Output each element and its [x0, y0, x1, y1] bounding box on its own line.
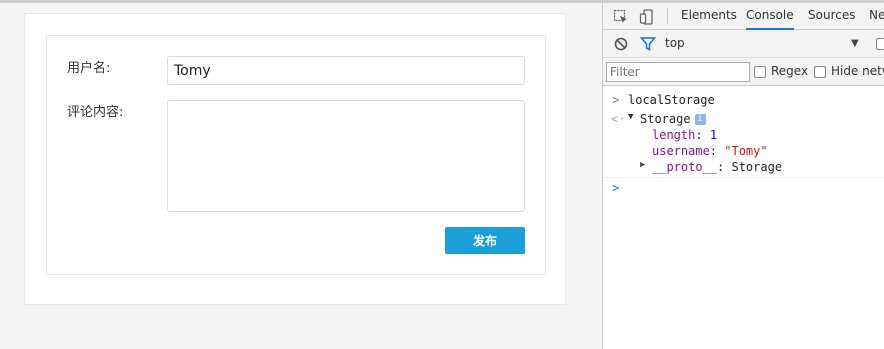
length-property: length: 1: [652, 128, 718, 142]
devtools-panel: Elements Console Sources Ne top ▼ Regex …: [602, 3, 884, 349]
tab-sources[interactable]: Sources: [808, 8, 855, 22]
username-input[interactable]: [167, 56, 525, 85]
result-arrow-icon: <·: [611, 112, 626, 126]
publish-button[interactable]: 发布: [445, 227, 525, 254]
console-output: > localStorage <· ▼ Storage i length: 1 u…: [603, 86, 884, 349]
inspect-element-icon[interactable]: [613, 9, 629, 25]
clear-console-icon[interactable]: [613, 36, 629, 52]
console-prompt-icon[interactable]: >: [612, 181, 619, 195]
expand-triangle-icon[interactable]: ▼: [628, 112, 633, 122]
storage-label: Storage: [640, 112, 691, 126]
regex-label: Regex: [771, 64, 809, 78]
context-selector[interactable]: top: [665, 36, 685, 50]
username-key: username: [652, 144, 710, 158]
comment-card: 用户名: 评论内容: 发布: [24, 13, 566, 305]
comment-textarea[interactable]: [167, 100, 525, 212]
chevron-down-icon[interactable]: ▼: [851, 38, 859, 49]
console-toolbar: top ▼: [603, 30, 884, 58]
proto-key: __proto__: [652, 160, 718, 174]
filter-input[interactable]: [606, 62, 750, 82]
tab-console[interactable]: Console: [746, 8, 794, 30]
tab-separator: [667, 8, 668, 24]
proto-value: Storage: [731, 160, 783, 174]
filter-bar: Regex Hide netw: [603, 58, 884, 86]
input-prompt-icon: >: [612, 93, 620, 107]
entry-divider: [603, 177, 884, 178]
hide-network-checkbox[interactable]: [814, 66, 826, 78]
username-label: 用户名:: [67, 61, 111, 76]
hide-network-label: Hide netw: [831, 64, 884, 78]
settings-checkbox[interactable]: [876, 38, 884, 50]
filter-icon[interactable]: [640, 36, 656, 52]
comment-form: 用户名: 评论内容: 发布: [46, 35, 546, 275]
regex-checkbox[interactable]: [754, 66, 766, 78]
username-property: username: "Tomy": [652, 144, 768, 158]
comment-label: 评论内容:: [67, 105, 124, 120]
storage-object[interactable]: Storage i: [640, 112, 706, 126]
tab-network[interactable]: Ne: [869, 8, 884, 22]
length-key: length: [652, 128, 696, 142]
username-value: "Tomy": [724, 144, 768, 158]
console-command: localStorage: [628, 93, 715, 107]
tab-elements[interactable]: Elements: [681, 8, 737, 22]
length-value: 1: [709, 128, 718, 142]
collapsed-triangle-icon[interactable]: ▶: [640, 160, 645, 170]
info-icon: i: [694, 114, 706, 125]
devtools-tab-bar: Elements Console Sources Ne: [603, 3, 884, 30]
proto-property[interactable]: __proto__: Storage: [652, 160, 782, 174]
device-toolbar-icon[interactable]: [639, 9, 655, 25]
page-area: 用户名: 评论内容: 发布: [0, 3, 602, 349]
